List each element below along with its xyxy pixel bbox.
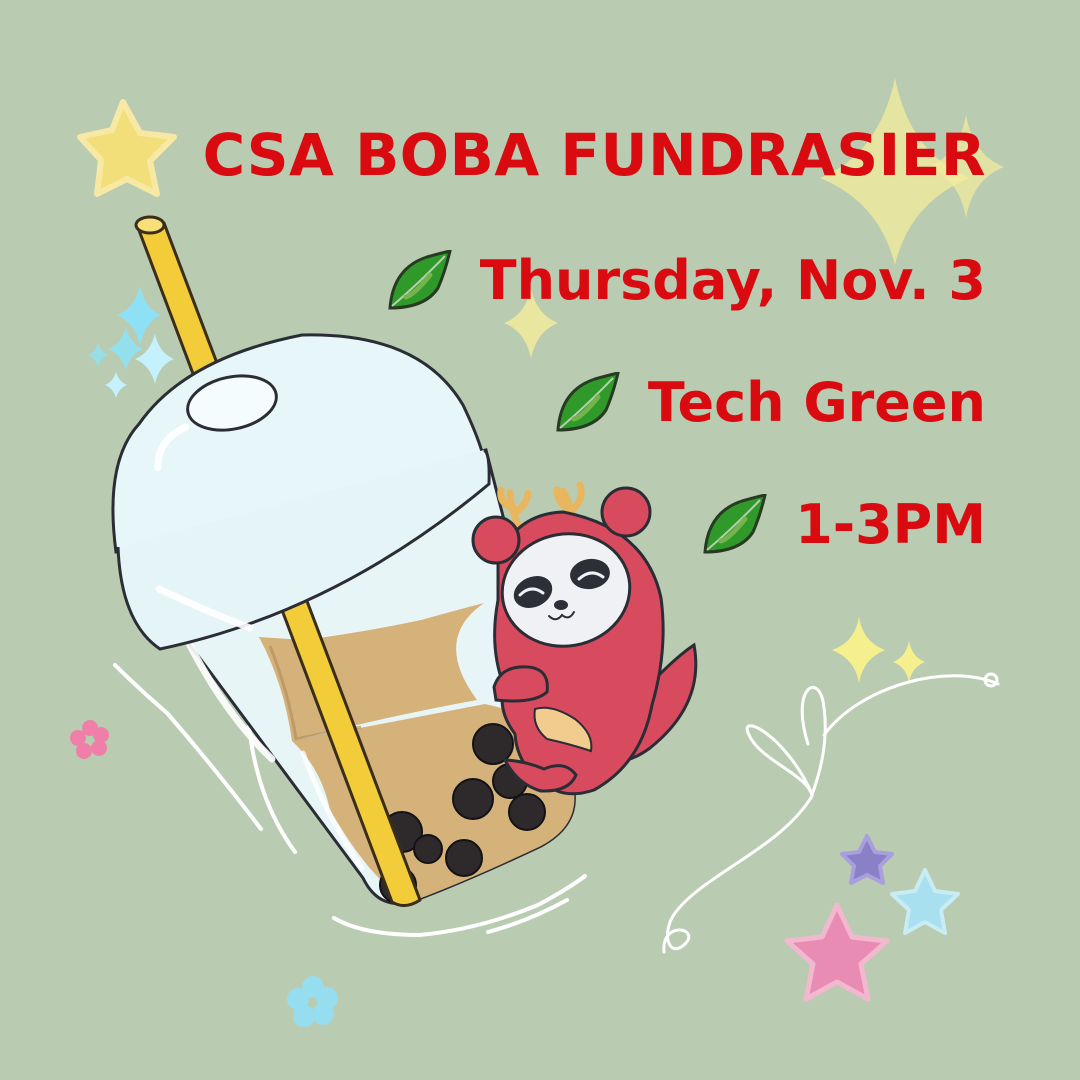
yellow-sparkle-right-1 (832, 617, 885, 683)
ear-left (471, 515, 521, 565)
mascot-arm-left (492, 665, 549, 703)
leaf-icon (703, 494, 767, 554)
leaf-icon (556, 372, 620, 432)
panda-nose (554, 600, 568, 610)
event-location-row: Tech Green (554, 372, 986, 434)
ear-right (600, 486, 652, 538)
leaf-icon (388, 250, 452, 310)
event-date: Thursday, Nov. 3 (479, 249, 986, 312)
event-location: Tech Green (647, 371, 986, 434)
event-date-row: Thursday, Nov. 3 (386, 250, 986, 312)
blue-flower-bottom (287, 976, 338, 1027)
event-title: CSA BOBA FUNDRASIER (202, 121, 986, 189)
event-time-row: 1-3PM (701, 494, 986, 556)
yellow-star-top-left (77, 99, 177, 197)
event-poster: CSA BOBA FUNDRASIER Thursday, Nov. 3 Tec… (0, 0, 1080, 1080)
pink-flower-left (70, 720, 109, 759)
blue-sparkles (88, 286, 174, 398)
pink-star-large (784, 902, 890, 1002)
heart-doodle (662, 674, 1000, 954)
straw-top (134, 215, 166, 235)
blue-star-right (890, 868, 960, 935)
purple-star (840, 834, 894, 885)
event-time: 1-3PM (795, 493, 986, 556)
yellow-sparkle-right-2 (893, 641, 925, 682)
